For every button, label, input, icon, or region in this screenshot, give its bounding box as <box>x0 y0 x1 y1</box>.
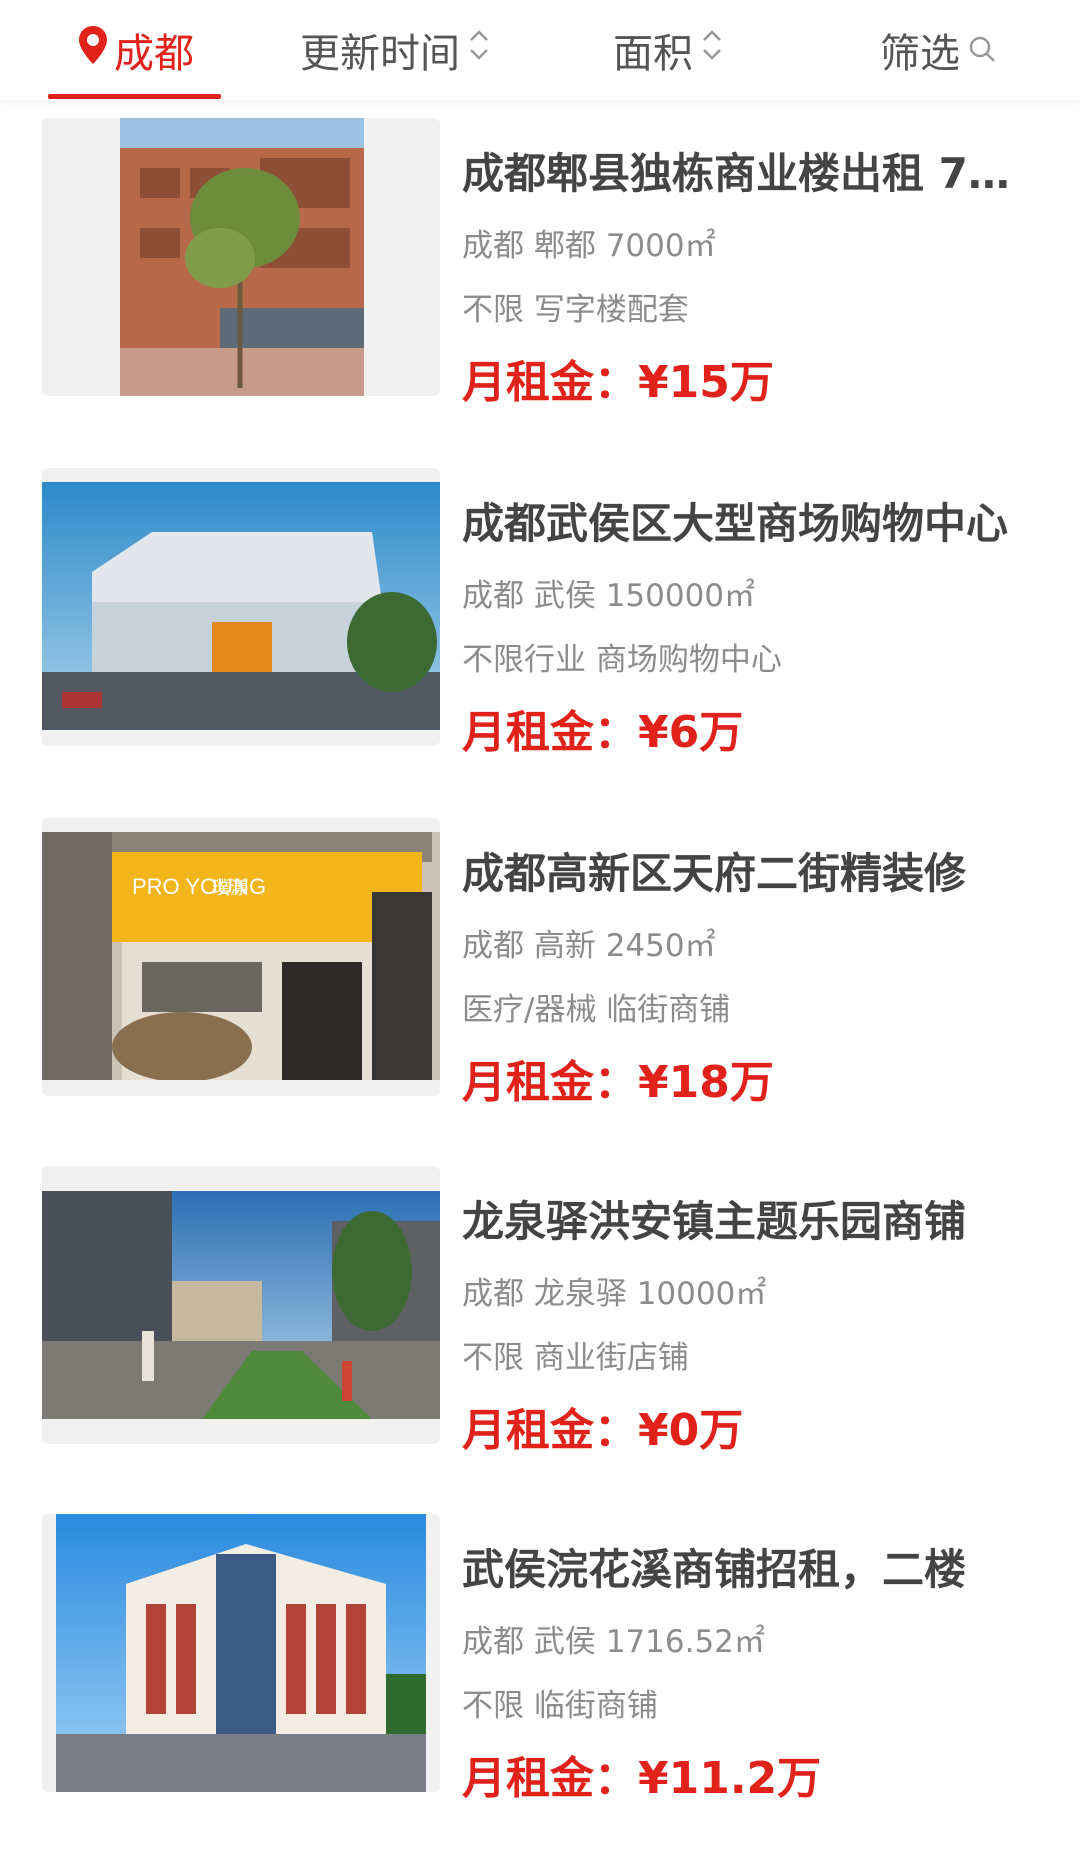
price-value: ¥11.2万 <box>638 1753 822 1804</box>
price-value: ¥0万 <box>638 1405 744 1456</box>
listing-location: 成都 高新 2450㎡ <box>462 928 716 964</box>
listing-thumbnail <box>42 468 440 746</box>
listing-title: 武侯浣花溪商铺招租，二楼 <box>462 1545 967 1594</box>
listing-card[interactable]: PRO YOUNG 璞漾 成都高新区天府二街精装修 成都 高新 2450㎡ 医疗… <box>42 818 1042 1108</box>
listing-title: 成都郫县独栋商业楼出租 7000 <box>462 149 1032 198</box>
price-label: 月租金： <box>462 1405 638 1456</box>
city-selector[interactable]: 成都 <box>78 0 194 100</box>
filter-label: 筛选 <box>880 31 960 77</box>
price-label: 月租金： <box>462 1057 638 1108</box>
listing-card[interactable]: 成都郫县独栋商业楼出租 7000 成都 郫都 7000㎡ 不限 写字楼配套 月租… <box>42 118 1042 408</box>
listing-card[interactable]: 武侯浣花溪商铺招租，二楼 成都 武侯 1716.52㎡ 不限 临街商铺 月租金：… <box>42 1514 1042 1804</box>
location-pin-icon <box>78 25 108 75</box>
listing-location: 成都 龙泉驿 10000㎡ <box>462 1276 767 1312</box>
filter-bar: 成都 更新时间 面积 筛选 <box>0 0 1080 100</box>
listing-title: 成都武侯区大型商场购物中心 <box>462 499 1009 548</box>
listing-price: 月租金：¥6万 <box>462 696 743 760</box>
sort-area-tab[interactable]: 面积 <box>613 0 723 100</box>
price-value: ¥18万 <box>638 1057 774 1108</box>
price-label: 月租金： <box>462 357 638 408</box>
listing-tags: 不限 商业街店铺 <box>462 1340 689 1376</box>
listing-thumbnail <box>42 1514 440 1792</box>
sort-update-label: 更新时间 <box>300 31 460 77</box>
sort-update-time-tab[interactable]: 更新时间 <box>300 0 490 100</box>
listing-tags: 不限 写字楼配套 <box>462 292 689 328</box>
listing-price: 月租金：¥18万 <box>462 1046 774 1110</box>
search-icon <box>968 27 996 73</box>
listing-location: 成都 武侯 1716.52㎡ <box>462 1624 765 1660</box>
city-label: 成都 <box>114 31 194 77</box>
listing-thumbnail <box>42 118 440 396</box>
listing-thumbnail: PRO YOUNG 璞漾 <box>42 818 440 1096</box>
listing-card[interactable]: 龙泉驿洪安镇主题乐园商铺 成都 龙泉驿 10000㎡ 不限 商业街店铺 月租金：… <box>42 1166 1042 1456</box>
listing-location: 成都 武侯 150000㎡ <box>462 578 756 614</box>
listing-price: 月租金：¥0万 <box>462 1394 743 1458</box>
filter-tab[interactable]: 筛选 <box>880 0 996 100</box>
listing-title: 龙泉驿洪安镇主题乐园商铺 <box>462 1197 967 1246</box>
sort-updown-icon <box>701 27 723 73</box>
price-label: 月租金： <box>462 707 638 758</box>
listing-price: 月租金：¥15万 <box>462 346 774 410</box>
listing-tags: 不限 临街商铺 <box>462 1688 658 1724</box>
price-value: ¥15万 <box>638 357 774 408</box>
price-label: 月租金： <box>462 1753 638 1804</box>
listing-title: 成都高新区天府二街精装修 <box>462 849 967 898</box>
clinic-cn-text: 璞漾 <box>212 878 248 899</box>
sort-area-label: 面积 <box>613 31 693 77</box>
listing-card[interactable]: 成都武侯区大型商场购物中心 成都 武侯 150000㎡ 不限行业 商场购物中心 … <box>42 468 1042 758</box>
active-tab-indicator <box>48 94 221 99</box>
listing-tags: 医疗/器械 临街商铺 <box>462 992 731 1028</box>
listing-thumbnail <box>42 1166 440 1444</box>
sort-updown-icon <box>468 27 490 73</box>
price-value: ¥6万 <box>638 707 744 758</box>
listing-price: 月租金：¥11.2万 <box>462 1742 821 1806</box>
listing-location: 成都 郫都 7000㎡ <box>462 228 716 264</box>
listing-tags: 不限行业 商场购物中心 <box>462 642 782 678</box>
